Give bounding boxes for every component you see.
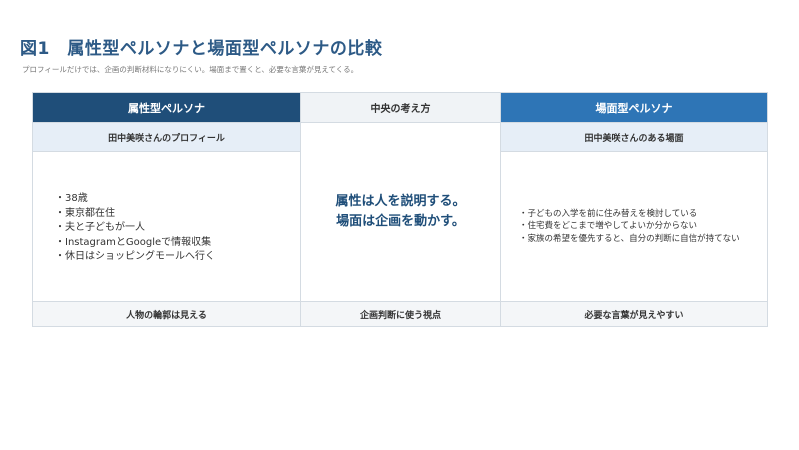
central-idea-body: 属性は人を説明する。 場面は企画を動かす。: [300, 122, 501, 301]
list-item: ・休日はショッピングモールへ行く: [55, 251, 215, 263]
list-item: ・東京都在住: [55, 207, 115, 219]
central-idea-line: 場面は企画を動かす。: [336, 214, 465, 229]
list-item: ・夫と子どもが一人: [55, 222, 145, 234]
header-attribute-persona: 属性型ペルソナ: [33, 93, 300, 122]
list-item: ・子どもの入学を前に住み替えを検討している: [519, 208, 698, 219]
list-item: ・InstagramとGoogleで情報収集: [55, 236, 212, 248]
header-scene-persona: 場面型ペルソナ: [501, 93, 767, 122]
figure-subtitle: プロフィールだけでは、企画の判断材料になりにくい。場面まで置くと、必要な言葉が見…: [22, 65, 359, 74]
subheader-scene: 田中美咲さんのある場面: [501, 122, 767, 151]
footer-central-note: 企画判断に使う視点: [300, 301, 501, 326]
comparison-table: 属性型ペルソナ 中央の考え方 場面型ペルソナ 田中美咲さんのプロフィール 田中美…: [32, 92, 768, 327]
list-item: ・38歳: [55, 193, 88, 205]
header-central-idea: 中央の考え方: [300, 93, 501, 122]
footer-scene-note: 必要な言葉が見えやすい: [501, 301, 767, 326]
scene-list: ・子どもの入学を前に住み替えを検討している ・住宅費をどこまで増やしてよいか分か…: [519, 208, 751, 246]
footer-profile-note: 人物の輪郭は見える: [33, 301, 300, 326]
profile-list: ・38歳 ・東京都在住 ・夫と子どもが一人 ・InstagramとGoogleで…: [55, 192, 215, 265]
list-item: ・家族の希望を優先すると、自分の判断に自信が持てない: [519, 233, 740, 244]
central-idea-line: 属性は人を説明する。: [335, 194, 466, 209]
profile-list-cell: ・38歳 ・東京都在住 ・夫と子どもが一人 ・InstagramとGoogleで…: [33, 151, 300, 301]
scene-list-cell: ・子どもの入学を前に住み替えを検討している ・住宅費をどこまで増やしてよいか分か…: [501, 151, 767, 301]
figure-title: 図1 属性型ペルソナと場面型ペルソナの比較: [20, 39, 383, 59]
list-item: ・住宅費をどこまで増やしてよいか分からない: [519, 221, 697, 232]
subheader-profile: 田中美咲さんのプロフィール: [33, 122, 300, 151]
